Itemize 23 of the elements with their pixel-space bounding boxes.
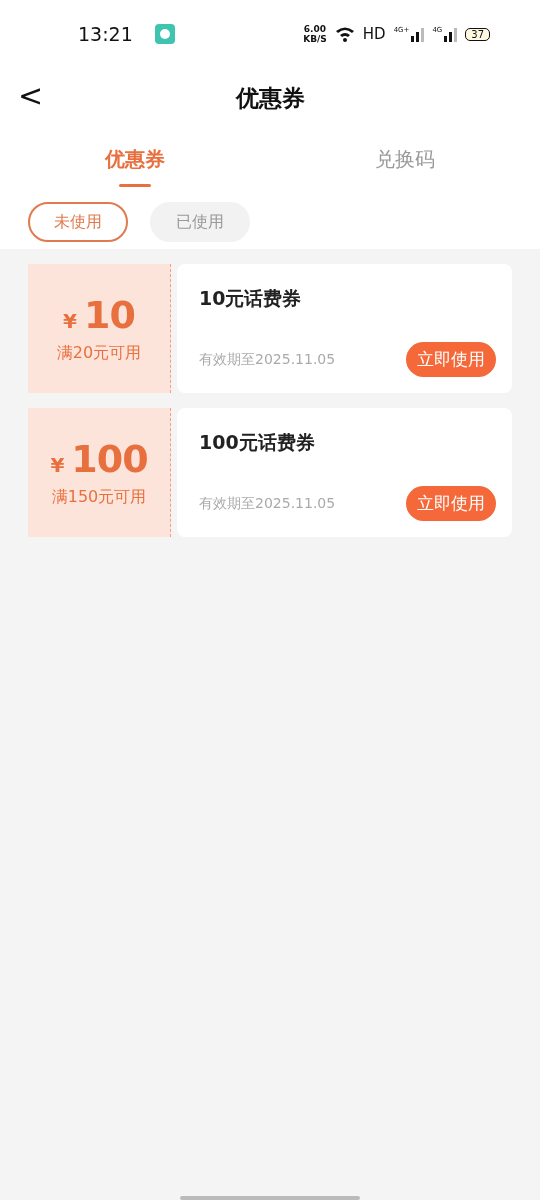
filter-chip[interactable]: 已使用 — [150, 202, 250, 242]
tab[interactable]: 兑换码 — [270, 128, 540, 190]
coupon-validity: 有效期至2025.11.05 — [199, 350, 336, 369]
coupon-amount: ¥ 100 — [50, 437, 148, 481]
back-button[interactable]: < — [14, 78, 48, 113]
coupon-amount: ¥ 10 — [63, 293, 135, 337]
use-now-button[interactable]: 立即使用 — [406, 342, 496, 377]
coupon-condition: 满20元可用 — [56, 343, 142, 364]
hd-indicator: HD — [362, 25, 386, 43]
coupon-title: 100元话费券 — [199, 430, 316, 455]
app-notification-icon — [154, 24, 175, 44]
tab[interactable]: 优惠券 — [0, 128, 270, 190]
coupon-validity: 有效期至2025.11.05 — [199, 494, 336, 513]
use-now-button[interactable]: 立即使用 — [406, 486, 496, 521]
filter-chip[interactable]: 未使用 — [28, 202, 128, 242]
home-indicator[interactable] — [180, 1196, 360, 1200]
page-title: 优惠券 — [235, 83, 305, 113]
battery-indicator: 37 — [465, 27, 490, 41]
coupon-condition: 满150元可用 — [51, 487, 147, 508]
status-time: 13:21 — [78, 23, 133, 45]
network-speed: 6.00 KB/S — [303, 24, 327, 44]
coupon-title: 10元话费券 — [199, 286, 303, 311]
wifi-icon — [334, 26, 355, 42]
